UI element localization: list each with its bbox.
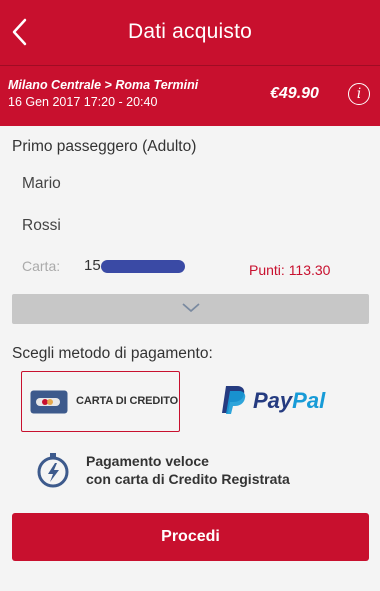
paypal-logo: [222, 386, 246, 414]
card-number-redaction: [101, 260, 185, 273]
paypal-text-pay: Pay: [253, 388, 293, 413]
stopwatch-icon: [37, 453, 69, 488]
info-icon[interactable]: i: [348, 83, 370, 105]
passenger-title: Primo passeggero (Adulto): [12, 138, 197, 155]
chevron-down-icon: [182, 303, 200, 312]
proceed-button[interactable]: Procedi: [12, 513, 369, 561]
fast-payment-option[interactable]: Pagamento veloce con carta di Credito Re…: [34, 451, 334, 493]
credit-card-label: CARTA DI CREDITO: [76, 395, 179, 407]
page-title: Dati acquisto: [128, 20, 252, 43]
credit-card-icon: [30, 390, 68, 414]
trip-datetime: 16 Gen 2017 17:20 - 20:40: [8, 95, 158, 109]
app-header: Dati acquisto: [0, 0, 380, 65]
trip-summary: Milano Centrale > Roma Termini 16 Gen 20…: [0, 65, 380, 126]
first-name-field[interactable]: Mario: [22, 175, 61, 193]
payment-method-title: Scegli metodo di pagamento:: [12, 345, 213, 362]
paypal-text-pal: Pal: [292, 388, 326, 413]
expand-passenger-button[interactable]: [12, 294, 369, 324]
paypal-button[interactable]: PayPal: [220, 385, 340, 417]
loyalty-points: Punti: 113.30: [249, 262, 331, 278]
trip-price: €49.90: [270, 85, 319, 102]
credit-card-button[interactable]: CARTA DI CREDITO: [21, 371, 180, 432]
card-label: Carta:: [22, 258, 61, 274]
fast-payment-line1: Pagamento veloce: [86, 453, 209, 469]
card-number-field[interactable]: 15: [84, 257, 101, 274]
fast-payment-line2: con carta di Credito Registrata: [86, 471, 290, 487]
last-name-field[interactable]: Rossi: [22, 217, 61, 235]
trip-route: Milano Centrale > Roma Termini: [8, 78, 199, 92]
